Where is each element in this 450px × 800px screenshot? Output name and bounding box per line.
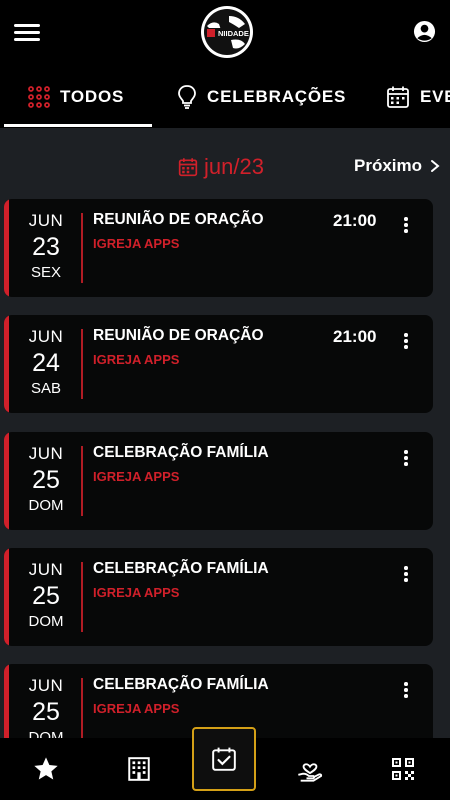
event-title: REUNIÃO DE ORAÇÃO xyxy=(93,211,264,228)
event-title: REUNIÃO DE ORAÇÃO xyxy=(93,327,264,344)
event-day: 25 xyxy=(32,582,60,610)
calendar-icon xyxy=(178,158,198,177)
event-day: 25 xyxy=(32,466,60,494)
dots-grid-icon xyxy=(28,86,50,108)
building-icon xyxy=(128,757,150,781)
event-date: JUN 24 SAB xyxy=(16,327,76,397)
tab-celebracoes-label: CELEBRAÇÕES xyxy=(207,87,347,106)
event-title: CELEBRAÇÃO FAMÍLIA xyxy=(93,560,269,577)
tab-eventos-label: EVENTOS xyxy=(420,87,450,106)
event-date: JUN 25 DOM xyxy=(16,560,76,630)
event-day: 24 xyxy=(32,349,60,377)
user-account-icon[interactable] xyxy=(413,20,436,43)
event-card[interactable]: JUN 24 SAB REUNIÃO DE ORAÇÃO IGREJA APPS 21:0… xyxy=(4,315,433,413)
more-options-icon[interactable] xyxy=(403,217,409,233)
event-time: 21:00 xyxy=(333,327,377,346)
star-icon xyxy=(34,757,58,780)
event-organizer: IGREJA APPS xyxy=(93,352,180,367)
current-month[interactable]: jun/23 xyxy=(178,154,264,180)
event-day: 23 xyxy=(32,233,60,261)
lightbulb-icon xyxy=(178,85,196,109)
event-month: JUN xyxy=(28,211,64,230)
event-organizer: IGREJA APPS xyxy=(93,585,180,600)
card-divider xyxy=(81,446,83,516)
event-title: CELEBRAÇÃO FAMÍLIA xyxy=(93,444,269,461)
more-options-icon[interactable] xyxy=(403,682,409,698)
event-organizer: IGREJA APPS xyxy=(93,701,180,716)
event-date: JUN 23 SEX xyxy=(16,211,76,281)
event-title: CELEBRAÇÃO FAMÍLIA xyxy=(93,676,269,693)
more-options-icon[interactable] xyxy=(403,333,409,349)
nav-favorites-button[interactable] xyxy=(14,738,78,800)
event-weekday: SAB xyxy=(30,380,61,397)
chevron-right-icon xyxy=(431,160,440,172)
event-date: JUN25DOM xyxy=(16,676,76,746)
event-month: JUN xyxy=(28,676,64,695)
nav-donations-button[interactable] xyxy=(278,738,342,800)
event-month: JUN xyxy=(28,327,64,346)
event-organizer: IGREJA APPS xyxy=(93,236,180,251)
card-divider xyxy=(81,562,83,632)
tab-celebracoes[interactable]: CELEBRAÇÕES xyxy=(177,66,346,128)
more-options-icon[interactable] xyxy=(403,566,409,582)
calendar-icon xyxy=(387,86,409,108)
next-month-button[interactable]: Próximo xyxy=(354,156,442,176)
nav-qr-button[interactable] xyxy=(371,738,435,800)
event-organizer: IGREJA APPS xyxy=(93,469,180,484)
qr-code-icon xyxy=(392,758,414,780)
card-divider xyxy=(81,329,83,399)
next-month-label: Próximo xyxy=(354,156,423,175)
tab-todos-label: TODOS xyxy=(60,87,125,106)
hamburger-menu-icon[interactable] xyxy=(14,22,40,42)
top-app-bar: NIIDADE xyxy=(0,0,450,66)
event-card[interactable]: JUN 25 DOM CELEBRAÇÃO FAMÍLIA IGREJA APPS xyxy=(4,548,433,646)
category-tabs: TODOS CELEBRAÇÕES EVENTOS xyxy=(0,66,450,128)
event-date: JUN 25 DOM xyxy=(16,444,76,514)
nav-church-button[interactable] xyxy=(107,738,171,800)
event-time: 21:00 xyxy=(333,211,377,230)
event-card[interactable]: JUN 23 SEX REUNIÃO DE ORAÇÃO IGREJA APPS 21:0… xyxy=(4,199,433,297)
logo-text: NIIDADE xyxy=(218,29,249,38)
card-divider xyxy=(81,213,83,283)
heart-hand-icon xyxy=(298,763,323,782)
church-logo: NIIDADE xyxy=(201,6,253,58)
event-weekday: DOM xyxy=(28,613,64,630)
tab-eventos[interactable]: EVENTOS xyxy=(386,66,450,128)
event-weekday: DOM xyxy=(28,497,64,514)
month-navigation: jun/23 Próximo xyxy=(0,128,450,196)
nav-calendar-button[interactable] xyxy=(192,727,256,791)
active-tab-indicator xyxy=(4,124,152,127)
event-day: 25 xyxy=(32,698,60,726)
more-options-icon[interactable] xyxy=(403,450,409,466)
event-month: JUN xyxy=(28,444,64,463)
calendar-check-icon xyxy=(212,747,236,771)
event-card[interactable]: JUN 25 DOM CELEBRAÇÃO FAMÍLIA IGREJA APPS xyxy=(4,432,433,530)
tab-todos[interactable]: TODOS xyxy=(28,66,124,128)
event-weekday: SEX xyxy=(30,264,61,281)
event-month: JUN xyxy=(28,560,64,579)
current-month-label: jun/23 xyxy=(204,154,264,179)
